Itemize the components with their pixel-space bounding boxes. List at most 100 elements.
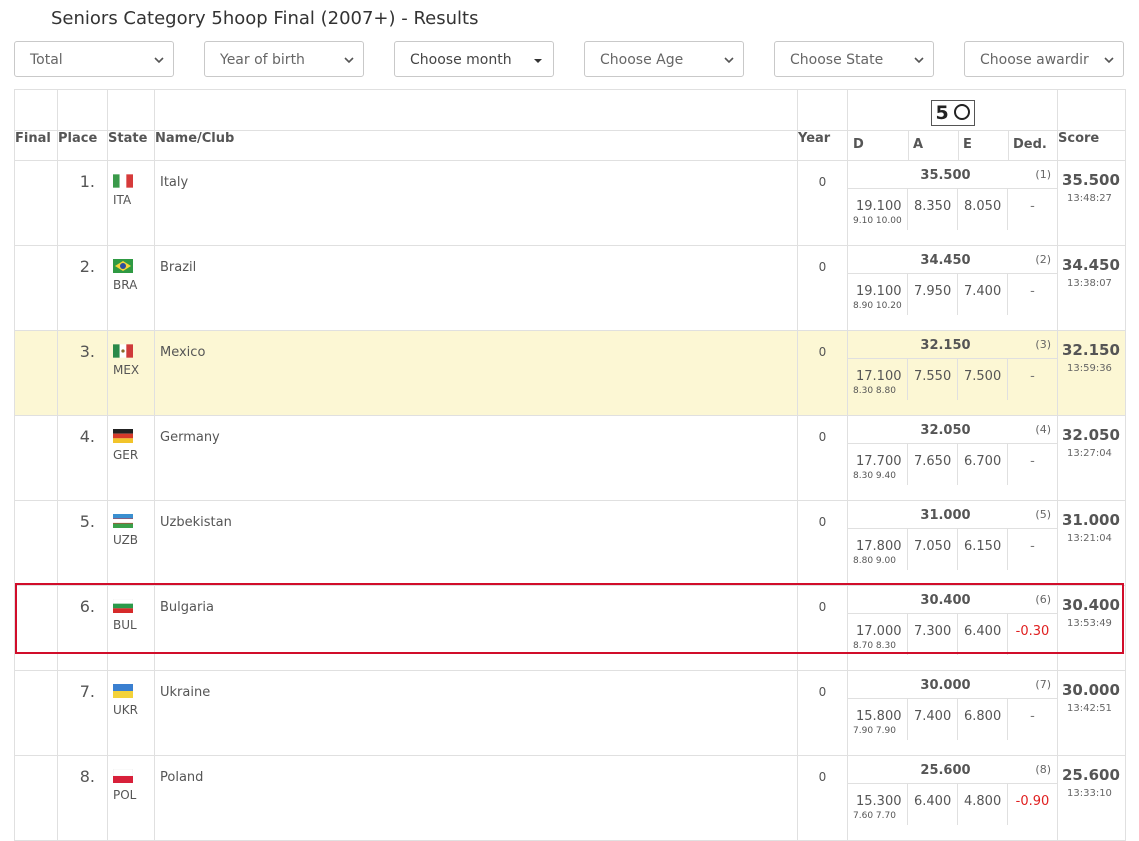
name-club[interactable]: Brazil — [160, 260, 196, 275]
apparatus-score-cell: 30.400 (6) 17.000 8.70 8.30 7.300 6.400 -0… — [847, 585, 1058, 671]
header-row-top: 5 — [14, 89, 1126, 131]
d-subscores: 8.80 9.00 — [853, 556, 896, 566]
final-score: 30.000 — [1062, 681, 1120, 699]
col-final[interactable]: Final — [14, 130, 58, 161]
table-row[interactable]: 8. POL Poland 0 25.600 (8) 15.300 7.60 7.7… — [14, 755, 1126, 841]
col-year[interactable]: Year — [797, 130, 848, 161]
name-cell[interactable]: Uzbekistan — [154, 500, 798, 586]
table-row-selected[interactable]: 7. UKR Ukraine 0 30.000 (7) 15.800 7.90 7.… — [14, 670, 1126, 756]
e-score: 7.500 — [964, 369, 1002, 384]
apparatus-rank: (4) — [1035, 423, 1051, 436]
apparatus-total: 34.450 — [920, 253, 971, 268]
chevron-down-icon — [154, 42, 164, 76]
place-cell: 2. — [57, 245, 108, 331]
name-club[interactable]: Mexico — [160, 345, 205, 360]
total-filter-select[interactable]: Total — [14, 41, 174, 77]
col-score[interactable]: Score — [1057, 130, 1126, 161]
d-score: 17.800 — [856, 539, 902, 554]
name-club[interactable]: Italy — [160, 175, 188, 190]
score-time: 13:21:04 — [1067, 533, 1112, 544]
mexico-flag-icon — [113, 344, 133, 358]
name-club[interactable]: Ukraine — [160, 685, 210, 700]
year-cell: 0 — [797, 755, 848, 841]
year-cell: 0 — [797, 585, 848, 671]
uzbekistan-flag-icon — [113, 514, 133, 528]
apparatus-total: 30.400 — [920, 593, 971, 608]
year-of-birth-select[interactable]: Year of birth — [204, 41, 364, 77]
name-club[interactable]: Poland — [160, 770, 203, 785]
d-score: 17.000 — [856, 624, 902, 639]
ukraine-flag-icon — [113, 684, 133, 698]
score-cell: 31.000 13:21:04 — [1057, 500, 1126, 586]
col-d[interactable]: D — [853, 137, 864, 152]
name-cell[interactable]: Italy — [154, 160, 798, 246]
apparatus-logo-cell: 5 — [847, 89, 1058, 131]
table-row[interactable]: 6. BUL Bulgaria 0 30.400 (6) 17.000 8.70 8… — [14, 585, 1126, 671]
score-cell: 34.450 13:38:07 — [1057, 245, 1126, 331]
deduction: -0.30 — [1015, 624, 1050, 639]
name-club[interactable]: Germany — [160, 430, 220, 445]
col-ded[interactable]: Ded. — [1013, 137, 1047, 152]
italy-flag-icon — [113, 174, 133, 188]
chevron-down-icon — [1104, 42, 1114, 76]
d-score: 17.100 — [856, 369, 902, 384]
choose-age-select[interactable]: Choose Age — [584, 41, 744, 77]
col-state[interactable]: State — [107, 130, 155, 161]
place-cell: 4. — [57, 415, 108, 501]
state-cell: UKR — [107, 670, 155, 756]
results-table: 5 Final Place State Name/Club Year D A E… — [14, 89, 1126, 841]
final-cell — [14, 415, 58, 501]
year-cell: 0 — [797, 500, 848, 586]
col-place[interactable]: Place — [57, 130, 108, 161]
choose-month-dropdown[interactable]: Choose month — [394, 41, 554, 77]
final-cell — [14, 585, 58, 671]
final-score: 35.500 — [1062, 171, 1120, 189]
name-cell[interactable]: Poland — [154, 755, 798, 841]
score-time: 13:42:51 — [1067, 703, 1112, 714]
apparatus-total: 31.000 — [920, 508, 971, 523]
year-cell: 0 — [797, 415, 848, 501]
col-name-club[interactable]: Name/Club — [154, 130, 798, 161]
table-row[interactable]: 4. GER Germany 0 32.050 (4) 17.700 8.30 9.… — [14, 415, 1126, 501]
table-row[interactable]: 2. BRA Brazil 0 34.450 (2) 19.100 8.90 10.… — [14, 245, 1126, 331]
e-score: 8.050 — [964, 199, 1002, 214]
a-score: 7.400 — [914, 709, 952, 724]
col-a[interactable]: A — [913, 137, 923, 152]
name-cell[interactable]: Bulgaria — [154, 585, 798, 671]
name-cell[interactable]: Brazil — [154, 245, 798, 331]
state-code: BRA — [113, 278, 138, 292]
score-cell: 30.000 13:42:51 — [1057, 670, 1126, 756]
col-e[interactable]: E — [963, 137, 972, 152]
apparatus-total: 35.500 — [920, 168, 971, 183]
final-cell — [14, 670, 58, 756]
col-apparatus-scores: D A E Ded. — [847, 130, 1058, 161]
final-cell — [14, 245, 58, 331]
name-cell[interactable]: Ukraine — [154, 670, 798, 756]
name-club[interactable]: Uzbekistan — [160, 515, 232, 530]
a-score: 7.550 — [914, 369, 952, 384]
state-code: UKR — [113, 703, 138, 717]
choose-awarding-select[interactable]: Choose awardir — [964, 41, 1124, 77]
choose-state-select[interactable]: Choose State — [774, 41, 934, 77]
apparatus-score-cell: 31.000 (5) 17.800 8.80 9.00 7.050 6.150 - — [847, 500, 1058, 586]
table-row[interactable]: 1. ITA Italy 0 35.500 (1) 19.100 9.10 10.0… — [14, 160, 1126, 246]
deduction: - — [1030, 199, 1035, 214]
score-time: 13:27:04 — [1067, 448, 1112, 459]
name-cell[interactable]: Mexico — [154, 330, 798, 416]
final-cell — [14, 160, 58, 246]
place-cell: 3. — [57, 330, 108, 416]
table-row[interactable]: 5. UZB Uzbekistan 0 31.000 (5) 17.800 8.80… — [14, 500, 1126, 586]
e-score: 6.700 — [964, 454, 1002, 469]
state-code: POL — [113, 788, 137, 802]
apparatus-rank: (8) — [1035, 763, 1051, 776]
apparatus-score-cell: 35.500 (1) 19.100 9.10 10.00 8.350 8.050 - — [847, 160, 1058, 246]
score-cell: 35.500 13:48:27 — [1057, 160, 1126, 246]
name-cell[interactable]: Germany — [154, 415, 798, 501]
a-score: 7.300 — [914, 624, 952, 639]
d-subscores: 8.90 10.20 — [853, 301, 902, 311]
filter-label: Year of birth — [220, 52, 305, 68]
poland-flag-icon — [113, 769, 133, 783]
deduction: - — [1030, 369, 1035, 384]
name-club[interactable]: Bulgaria — [160, 600, 214, 615]
table-row-highlighted[interactable]: 3. MEX Mexico 0 32.150 (3) 17.100 8.30 8.8… — [14, 330, 1126, 416]
